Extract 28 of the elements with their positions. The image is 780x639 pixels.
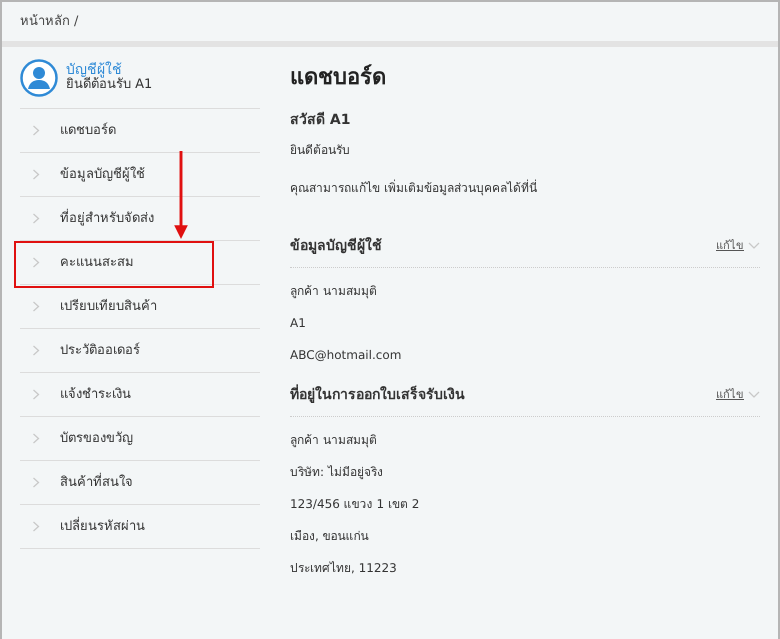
sidebar-item[interactable]: ข้อมูลบัญชีผู้ใช้ xyxy=(20,153,260,197)
sidebar-item[interactable]: บัตรของขวัญ xyxy=(20,417,260,461)
info-line: ลูกค้า นามสมมุติ xyxy=(290,284,378,299)
info-line: A1 xyxy=(290,316,307,331)
sidebar-item[interactable]: ประวัติออเดอร์ xyxy=(20,329,260,373)
info-line: ABC@hotmail.com xyxy=(290,348,402,363)
sidebar-item[interactable]: สินค้าที่สนใจ xyxy=(20,461,260,505)
welcome-text: ยินดีต้อนรับ A1 xyxy=(66,78,152,92)
section-heading: ข้อมูลบัญชีผู้ใช้ xyxy=(290,236,382,256)
edit-link[interactable]: แก้ไข xyxy=(716,238,744,255)
section-heading: ที่อยู่ในการออกใบเสร็จรับเงิน xyxy=(290,384,465,406)
breadcrumb-separator: / xyxy=(74,12,78,31)
sidebar-item[interactable]: แดชบอร์ด xyxy=(20,109,260,153)
sidebar-item[interactable]: คะแนนสะสม xyxy=(20,241,260,285)
info-line: ประเทศไทย, 11223 xyxy=(290,560,398,576)
edit-link[interactable]: แก้ไข xyxy=(716,387,744,404)
info-line: 123/456 แขวง 1 เขต 2 xyxy=(290,496,420,512)
greeting-heading: สวัสดี A1 xyxy=(290,110,352,130)
sidebar-item[interactable]: เปรียบเทียบสินค้า xyxy=(20,285,260,329)
page-title: แดชบอร์ด xyxy=(290,63,387,92)
welcome-text: ยินดีต้อนรับ xyxy=(290,143,351,158)
sidebar-item[interactable]: แจ้งชำระเงิน xyxy=(20,373,260,417)
info-text: คุณสามารถแก้ไข เพิ่มเติมข้อมูลส่วนบุคคลได้ที่นี่ xyxy=(290,181,538,196)
sidebar-item[interactable]: เปลี่ยนรหัสผ่าน xyxy=(20,505,260,549)
info-line: ลูกค้า นามสมมุติ xyxy=(290,432,378,448)
info-line: เมือง, ขอนแก่น xyxy=(290,528,370,544)
info-line: บริษัท: ไม่มีอยู่จริง xyxy=(290,464,384,480)
breadcrumb-link[interactable]: หน้าหลัก xyxy=(20,12,70,32)
